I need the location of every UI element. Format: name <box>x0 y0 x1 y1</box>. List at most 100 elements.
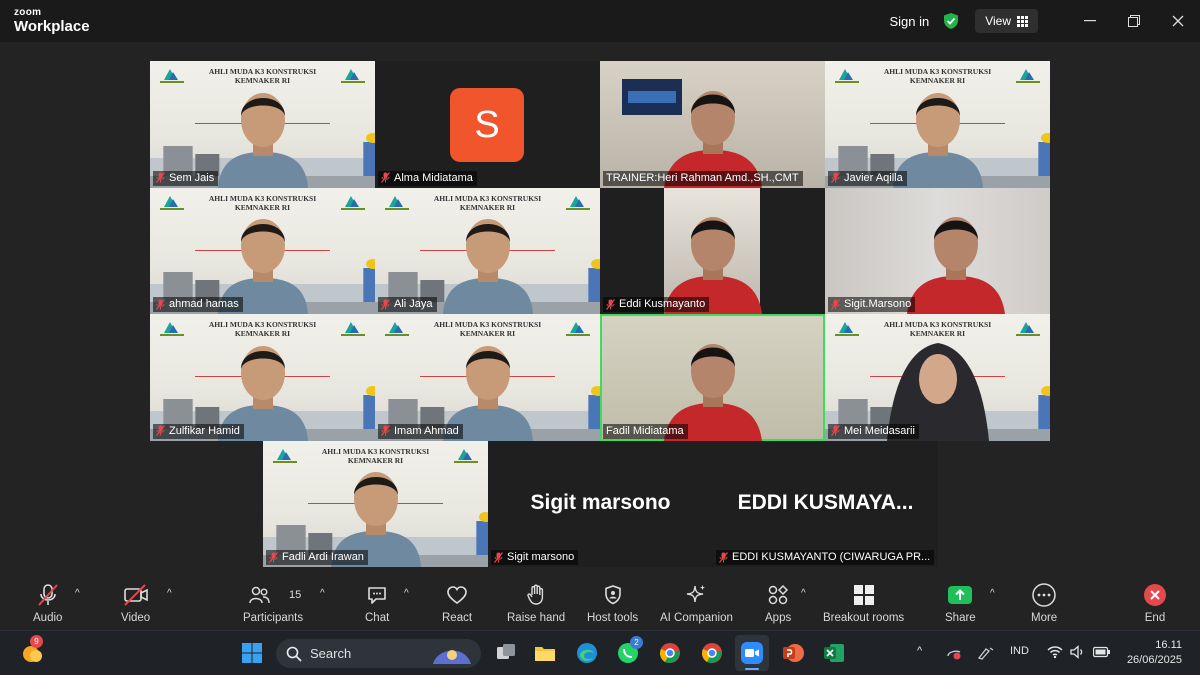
participant-name-label: Eddi Kusmayanto <box>603 297 710 313</box>
audio-options-caret[interactable]: ^ <box>75 588 80 599</box>
pen-tray-icon[interactable] <box>976 646 994 660</box>
breakout-rooms-button[interactable]: Breakout rooms <box>823 582 904 624</box>
participant-video <box>208 76 318 188</box>
search-label: Search <box>310 646 352 661</box>
academy-logo-icon <box>337 66 369 84</box>
sign-in-button[interactable]: Sign in <box>889 14 929 29</box>
view-button[interactable]: View <box>975 9 1038 33</box>
raise-hand-button[interactable]: Raise hand <box>507 582 565 624</box>
chat-options-caret[interactable]: ^ <box>404 588 409 599</box>
whatsapp-button[interactable]: 2 <box>616 636 643 665</box>
excel-icon <box>824 644 844 662</box>
minimize-button[interactable] <box>1068 0 1112 42</box>
chrome-button[interactable] <box>658 641 682 665</box>
share-label: Share <box>945 612 976 624</box>
more-button[interactable]: More <box>1031 582 1057 624</box>
battery-icon[interactable] <box>1093 646 1111 658</box>
participant-video <box>901 202 1011 314</box>
share-screen-icon <box>948 586 973 604</box>
end-meeting-icon <box>1144 584 1166 606</box>
file-explorer-button[interactable] <box>533 641 557 665</box>
video-button[interactable]: Video <box>121 582 150 624</box>
shield-icon <box>604 585 621 605</box>
zoom-logo: zoom Workplace <box>14 7 90 35</box>
ai-companion-button[interactable]: AI Companion <box>660 582 733 624</box>
academy-logo-icon <box>562 193 594 211</box>
audio-button[interactable]: Audio <box>33 582 62 624</box>
chrome-icon <box>660 643 680 663</box>
video-tile[interactable]: S Alma Midiatama <box>375 61 600 188</box>
system-clock[interactable]: 16.11 26/06/2025 <box>1127 638 1182 668</box>
video-tile[interactable]: AHLI MUDA K3 KONSTRUKSI KEMNAKER RI Ali J… <box>375 187 600 315</box>
video-tile[interactable]: AHLI MUDA K3 KONSTRUKSI KEMNAKER RI ahmad… <box>150 187 375 315</box>
share-options-caret[interactable]: ^ <box>990 588 995 599</box>
clock-date: 26/06/2025 <box>1126 654 1182 666</box>
restore-button[interactable] <box>1112 0 1156 42</box>
volume-icon[interactable] <box>1070 645 1086 659</box>
video-tile[interactable]: Eddi Kusmayanto <box>600 187 825 315</box>
edge-button[interactable] <box>575 641 599 665</box>
apps-icon <box>768 584 789 605</box>
share-button[interactable]: Share <box>945 582 976 624</box>
video-tile[interactable]: TRAINER:Heri Rahman Amd.,SH.,CMT <box>600 61 825 188</box>
mic-muted-icon <box>494 552 503 563</box>
close-icon <box>1172 15 1184 27</box>
task-view-button[interactable] <box>494 641 518 665</box>
participant-name-label: TRAINER:Heri Rahman Amd.,SH.,CMT <box>603 170 803 186</box>
camera-mic-tray-icon[interactable] <box>946 646 962 660</box>
tray-overflow-button[interactable]: ^ <box>917 645 922 657</box>
academy-logo-icon <box>381 319 413 337</box>
chat-button[interactable]: Chat <box>365 582 389 624</box>
chrome-profile-button[interactable] <box>700 641 724 665</box>
more-label: More <box>1031 612 1058 624</box>
react-button[interactable]: React <box>442 582 472 624</box>
brand-top: zoom <box>14 7 42 18</box>
participants-icon <box>249 586 270 604</box>
end-label: End <box>1144 612 1166 624</box>
video-tile[interactable]: Sigit.Marsono <box>825 187 1050 315</box>
participant-name-label: Imam Ahmad <box>378 423 463 439</box>
video-tile[interactable]: EDDI KUSMAYA... EDDI KUSMAYANTO (CIWARUG… <box>713 441 938 567</box>
host-tools-button[interactable]: Host tools <box>587 582 638 624</box>
video-tile[interactable]: AHLI MUDA K3 KONSTRUKSI KEMNAKER RI Imam … <box>375 314 600 441</box>
restore-icon <box>1128 15 1140 27</box>
active-speaker-tile[interactable]: Fadil Midiatama <box>600 314 825 441</box>
language-indicator[interactable]: IND <box>1010 645 1029 657</box>
taskbar-search[interactable]: Search <box>276 639 481 668</box>
mic-muted-icon <box>831 299 840 310</box>
video-tile[interactable]: AHLI MUDA K3 KONSTRUKSI KEMNAKER RI Mei M… <box>825 314 1050 441</box>
apps-button[interactable]: Apps <box>765 582 791 624</box>
chat-icon <box>368 587 386 604</box>
video-tile[interactable]: AHLI MUDA K3 KONSTRUKSI KEMNAKER RI Javie… <box>825 61 1050 188</box>
academy-logo-icon <box>156 66 188 84</box>
wifi-icon[interactable] <box>1047 645 1063 659</box>
video-gallery-row: AHLI MUDA K3 KONSTRUKSI KEMNAKER RI Fadli… <box>263 441 938 567</box>
video-options-caret[interactable]: ^ <box>167 588 172 599</box>
academy-logo-icon <box>337 193 369 211</box>
search-highlight-icon <box>433 650 471 664</box>
host-tools-label: Host tools <box>587 612 639 624</box>
participants-options-caret[interactable]: ^ <box>320 588 325 599</box>
minimize-icon <box>1084 20 1096 22</box>
video-tile[interactable]: AHLI MUDA K3 KONSTRUKSI KEMNAKER RI Sem J… <box>150 61 375 188</box>
academy-logo-icon <box>156 193 188 211</box>
end-meeting-button[interactable]: End <box>1143 582 1167 624</box>
powerpoint-button[interactable] <box>781 641 805 665</box>
chrome-icon <box>702 643 722 663</box>
edge-browser-icon <box>577 643 597 663</box>
video-tile[interactable]: AHLI MUDA K3 KONSTRUKSI KEMNAKER RI Zulfi… <box>150 314 375 441</box>
video-off-icon <box>123 584 148 606</box>
apps-options-caret[interactable]: ^ <box>801 588 806 599</box>
video-tile[interactable]: Sigit marsono Sigit marsono <box>488 441 713 567</box>
weather-widget[interactable]: 9 <box>20 635 44 665</box>
academy-logo-icon <box>381 193 413 211</box>
participants-label: Participants <box>243 612 304 624</box>
zoom-taskbar-button[interactable] <box>735 635 769 671</box>
start-button[interactable] <box>240 641 264 665</box>
participant-name-label: Sem Jais <box>153 170 219 186</box>
encryption-shield-icon[interactable] <box>943 12 959 30</box>
mic-muted-icon <box>381 299 390 310</box>
video-tile[interactable]: AHLI MUDA K3 KONSTRUKSI KEMNAKER RI Fadli… <box>263 441 488 567</box>
excel-button[interactable] <box>822 641 846 665</box>
close-window-button[interactable] <box>1156 0 1200 42</box>
